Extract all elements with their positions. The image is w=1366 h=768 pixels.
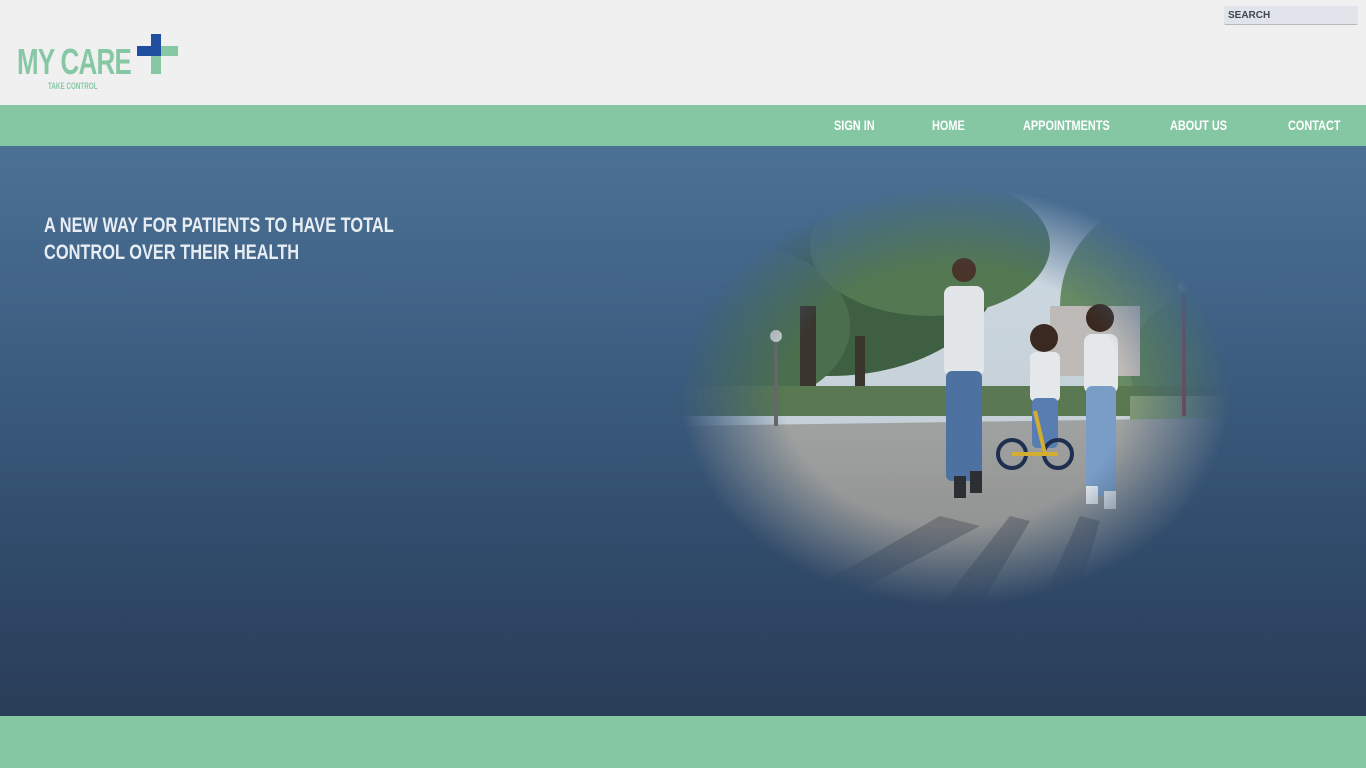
nav-appointments[interactable]: APPOINTMENTS — [1023, 105, 1110, 146]
hero-image — [680, 186, 1230, 606]
nav-contact[interactable]: CONTACT — [1288, 105, 1341, 146]
main-nav: SIGN IN HOME APPOINTMENTS ABOUT US CONTA… — [0, 105, 1366, 146]
family-bike-photo — [680, 186, 1230, 606]
hero-heading: A NEW WAY FOR PATIENTS TO HAVE TOTAL CON… — [44, 214, 394, 264]
medical-cross-icon — [137, 34, 178, 74]
search-input[interactable] — [1224, 6, 1358, 25]
logo-tagline: TAKE CONTROL — [48, 81, 98, 91]
nav-home[interactable]: HOME — [932, 105, 965, 146]
hero-section: A NEW WAY FOR PATIENTS TO HAVE TOTAL CON… — [0, 146, 1366, 716]
site-header: MY CARE TAKE CONTROL — [0, 0, 1366, 105]
logo-text: MY CARE — [17, 41, 132, 82]
nav-about-us[interactable]: ABOUT US — [1170, 105, 1227, 146]
nav-sign-in[interactable]: SIGN IN — [834, 105, 875, 146]
footer-band — [0, 716, 1366, 768]
logo[interactable]: MY CARE TAKE CONTROL — [17, 30, 187, 94]
